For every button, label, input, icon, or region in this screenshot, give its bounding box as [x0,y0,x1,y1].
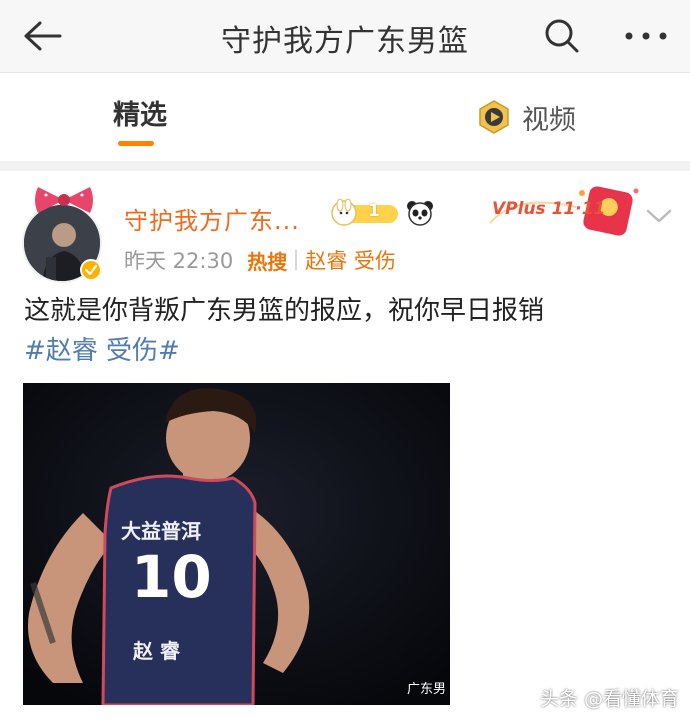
post-text: 这就是你背叛广东男篮的报应，祝你早日报销 [24,296,545,326]
post-time: 昨天 22:30 [124,249,234,273]
post-image[interactable]: 大益普洱 10 赵 睿 广东男 [23,383,450,705]
vip-level-badge[interactable]: 1 [330,198,400,227]
image-caption: 广东男 [406,682,446,697]
post-meta: 昨天 22:30 热搜 赵睿 受伤 [124,245,396,275]
hot-search-badge[interactable]: 热搜 [247,246,287,275]
search-icon [545,19,579,53]
tab-video[interactable]: 视频 [476,95,576,139]
hot-search-topic[interactable]: 赵睿 受伤 [305,245,396,275]
verified-badge [80,259,102,281]
promo-label: VPlus 11·11 [492,199,606,219]
video-play-icon [479,100,509,134]
verified-check-icon [84,264,98,276]
chevron-down-icon [646,209,672,223]
jersey-number-text: 10 [131,543,212,611]
more-dots-icon [625,32,667,40]
avatar-container[interactable] [22,185,106,283]
section-separator [0,161,690,171]
basketball-player-image [23,383,450,705]
tab-video-label: 视频 [522,104,576,136]
panda-icon [407,201,433,226]
jersey-name-text: 赵 睿 [133,639,180,663]
bow-decoration-icon [35,187,93,213]
search-button[interactable] [538,12,586,60]
more-options-button[interactable] [620,14,672,58]
post-hashtag[interactable]: #赵睿 受伤# [24,331,180,371]
vip-badge-icon [331,198,398,226]
user-badges: 1 [330,198,434,227]
watermark: 头条 @看懂体育 [540,688,680,710]
vip-level-text: 1 [368,201,380,221]
username[interactable]: 守护我方广东... [124,201,300,236]
top-nav-bar: 守护我方广东男篮 [0,0,690,72]
jersey-sponsor-text: 大益普洱 [121,519,201,543]
active-tab-indicator [118,141,154,146]
tab-featured-label: 精选 [113,100,167,131]
tab-bar: 精选 视频 [0,73,690,161]
post-card: 守护我方广东... 1 VPlus 11·11 昨天 22:30 热搜 赵睿 受… [0,171,690,719]
promo-badge[interactable]: VPlus 11·11 [486,183,646,239]
meta-divider [295,250,298,270]
post-menu-button[interactable] [644,205,674,227]
tab-featured[interactable]: 精选 [100,93,180,153]
page-title: 守护我方广东男篮 [221,24,469,59]
